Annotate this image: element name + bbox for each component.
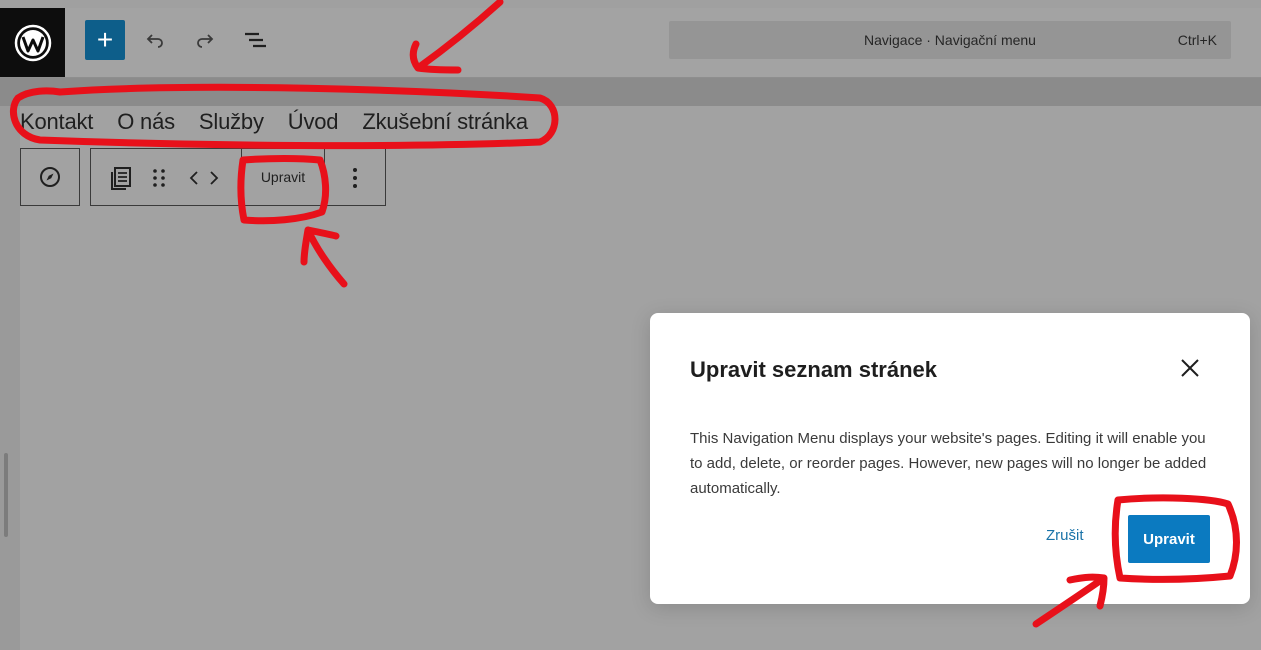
more-vertical-icon[interactable] [343, 165, 367, 191]
canvas-top-band [0, 78, 1261, 106]
modal-description: This Navigation Menu displays your websi… [690, 430, 1207, 497]
left-gutter [0, 106, 20, 650]
list-view-icon[interactable] [241, 26, 269, 54]
undo-icon[interactable] [141, 26, 169, 54]
close-icon[interactable] [1177, 355, 1203, 381]
cancel-button[interactable]: Zrušit [1046, 527, 1084, 544]
block-toolbar: Upravit [90, 148, 386, 206]
chevron-arrows-icon[interactable] [187, 166, 221, 190]
editor-top-toolbar: + Navigace · Navigační menu Ctrl+K [0, 8, 1261, 78]
block-parent-toolbar [20, 148, 80, 206]
document-title: Navigace · Navigační menu [864, 32, 1036, 48]
confirm-edit-button[interactable]: Upravit [1128, 515, 1210, 563]
compass-icon[interactable] [38, 165, 62, 189]
resize-handle[interactable] [4, 453, 8, 537]
edit-button[interactable]: Upravit [241, 149, 325, 205]
command-palette-bar[interactable]: Navigace · Navigační menu Ctrl+K [669, 21, 1231, 59]
modal-title: Upravit seznam stránek [690, 357, 937, 382]
navigation-menu: Kontakt O nás Služby Úvod Zkušební strán… [20, 109, 552, 135]
drag-handle-icon[interactable] [149, 166, 169, 190]
nav-item-uvod[interactable]: Úvod [288, 109, 339, 135]
nav-item-kontakt[interactable]: Kontakt [20, 109, 93, 135]
add-block-button[interactable]: + [85, 20, 125, 60]
edit-page-list-modal: Upravit seznam stránek This Navigation M… [650, 313, 1250, 604]
wordpress-logo-icon[interactable] [0, 8, 65, 77]
nav-item-o-nas[interactable]: O nás [117, 109, 175, 135]
nav-item-sluzby[interactable]: Služby [199, 109, 264, 135]
nav-item-zkusebni-stranka[interactable]: Zkušební stránka [362, 109, 528, 135]
page-list-icon[interactable] [109, 165, 135, 191]
keyboard-shortcut: Ctrl+K [1177, 32, 1217, 48]
redo-icon[interactable] [191, 26, 219, 54]
